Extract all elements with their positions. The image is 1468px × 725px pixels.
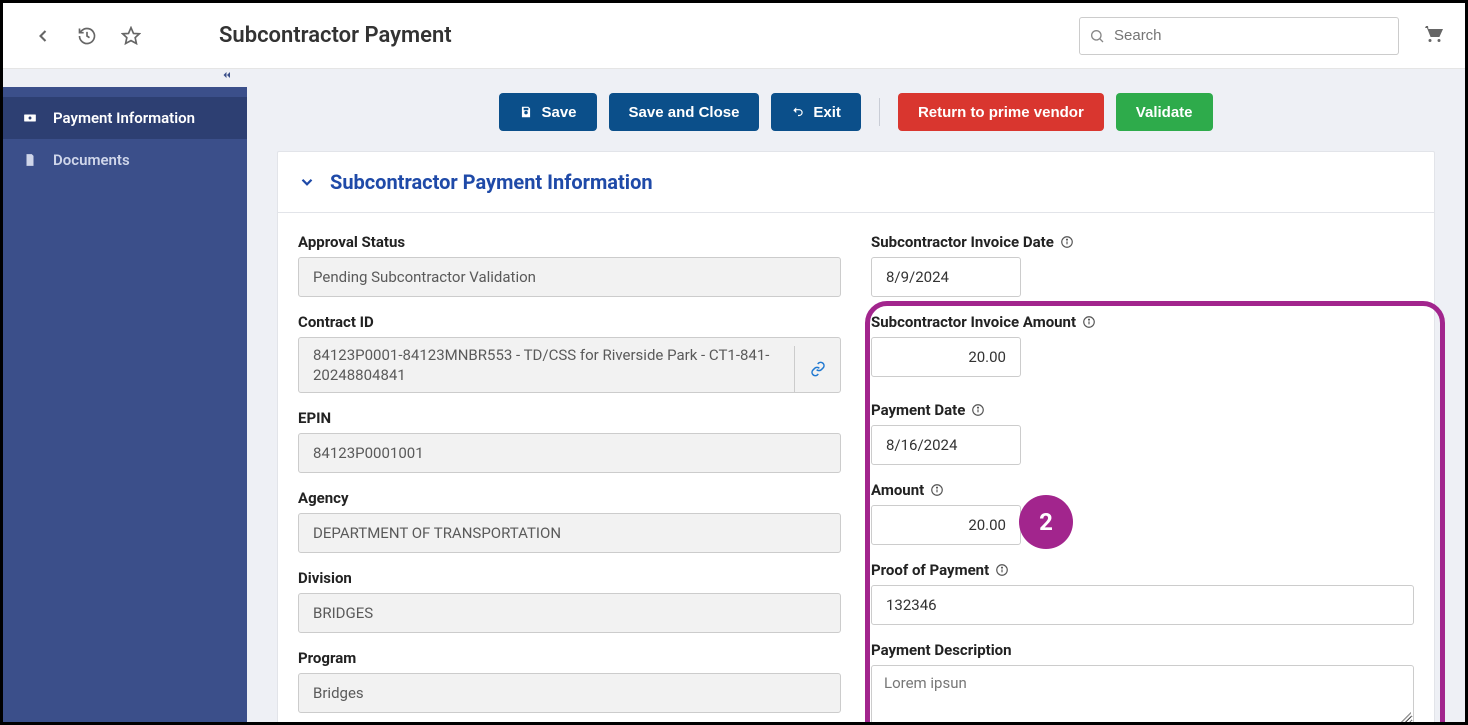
cart-icon[interactable] [1421,22,1445,50]
search-input[interactable] [1079,17,1399,55]
contract-link-button[interactable] [794,346,840,392]
approval-status-label: Approval Status [298,233,841,251]
panel-title: Subcontractor Payment Information [330,170,653,194]
invoice-date-label: Subcontractor Invoice Date [871,233,1414,251]
right-column: Subcontractor Invoice Date 8/9/2024 Subc… [871,223,1414,722]
save-icon [519,105,533,119]
return-label: Return to prime vendor [918,104,1084,121]
info-icon[interactable] [930,483,944,497]
agency-value: DEPARTMENT OF TRANSPORTATION [298,513,841,553]
exit-button[interactable]: Exit [771,93,861,131]
invoice-date-input[interactable]: 8/9/2024 [871,257,1021,297]
sidebar-collapse[interactable] [3,69,247,87]
payment-info-panel: Subcontractor Payment Information Approv… [277,151,1435,722]
division-label: Division [298,569,841,587]
epin-value: 84123P0001001 [298,433,841,473]
search-wrap [1079,17,1399,55]
undo-icon [791,105,805,119]
history-icon[interactable] [69,18,105,54]
annotation-step-badge: 2 [1019,495,1073,549]
info-icon[interactable] [971,403,985,417]
sidebar-item-label: Documents [53,151,130,169]
save-label: Save [541,104,576,121]
epin-label: EPIN [298,409,841,427]
sidebar-item-payment-information[interactable]: Payment Information [3,97,247,139]
search-icon [1089,28,1105,44]
invoice-amount-label: Subcontractor Invoice Amount [871,313,1414,331]
left-column: Approval Status Pending Subcontractor Va… [298,223,841,722]
top-header: Subcontractor Payment [3,3,1465,69]
info-icon[interactable] [1082,315,1096,329]
payment-date-label: Payment Date [871,401,1414,419]
return-to-prime-vendor-button[interactable]: Return to prime vendor [898,93,1104,131]
program-value: Bridges [298,673,841,713]
sidebar: Payment Information Documents [3,87,247,722]
contract-id-text: 84123P0001-84123MNBR553 - TD/CSS for Riv… [313,346,794,385]
division-value: BRIDGES [298,593,841,633]
save-and-close-button[interactable]: Save and Close [609,93,760,131]
info-icon[interactable] [995,563,1009,577]
save-button[interactable]: Save [499,93,596,131]
chevron-down-icon [298,173,316,191]
action-toolbar: Save Save and Close Exit Return to prime… [247,69,1465,151]
program-label: Program [298,649,841,667]
sidebar-item-label: Payment Information [53,109,195,127]
payment-date-input[interactable]: 8/16/2024 [871,425,1021,465]
panel-header[interactable]: Subcontractor Payment Information [278,152,1434,213]
description-textarea[interactable]: Lorem ipsun [871,665,1414,722]
star-icon[interactable] [113,18,149,54]
link-icon [810,361,826,377]
info-icon[interactable] [1060,235,1074,249]
toolbar-divider [879,98,880,126]
amount-label: Amount [871,481,1414,499]
amount-input[interactable]: 20.00 [871,505,1021,545]
main-area: Save Save and Close Exit Return to prime… [247,69,1465,722]
contract-id-value: 84123P0001-84123MNBR553 - TD/CSS for Riv… [298,337,841,393]
save-close-label: Save and Close [629,104,740,121]
page-title: Subcontractor Payment [219,23,452,48]
description-label: Payment Description [871,641,1414,659]
exit-label: Exit [813,104,841,121]
back-icon[interactable] [25,18,61,54]
validate-button[interactable]: Validate [1116,93,1213,131]
approval-status-value: Pending Subcontractor Validation [298,257,841,297]
document-icon [21,153,39,167]
contract-id-label: Contract ID [298,313,841,331]
invoice-amount-input[interactable]: 20.00 [871,337,1021,377]
proof-input[interactable]: 132346 [871,585,1414,625]
agency-label: Agency [298,489,841,507]
payment-icon [21,111,39,125]
sidebar-item-documents[interactable]: Documents [3,139,247,181]
proof-label: Proof of Payment [871,561,1414,579]
validate-label: Validate [1136,104,1193,121]
